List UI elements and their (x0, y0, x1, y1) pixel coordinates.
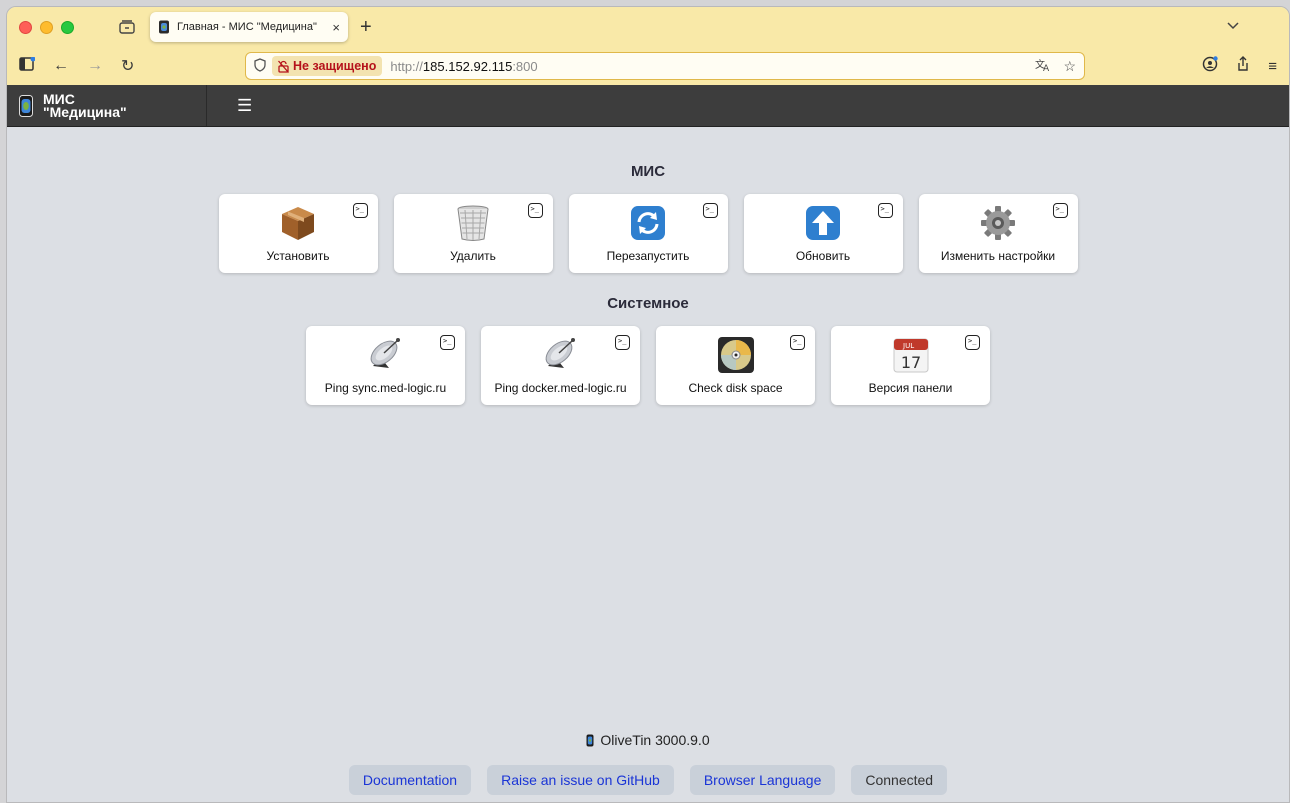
brand[interactable]: МИС "Медицина" (7, 85, 207, 126)
action-panel-version-button[interactable]: JUL 17 >_ Версия панели (831, 326, 990, 405)
action-label: Перезапустить (606, 249, 690, 263)
maximize-window-button[interactable] (61, 20, 74, 34)
action-check-disk-button[interactable]: >_ Check disk space (656, 326, 815, 405)
action-label: Установить (266, 249, 330, 263)
terminal-icon[interactable]: >_ (965, 335, 980, 350)
window-controls (19, 20, 74, 34)
action-label: Ping docker.med-logic.ru (494, 381, 627, 395)
connection-status-badge: Connected (851, 765, 948, 795)
trash-bin-icon (457, 205, 489, 241)
footer-version: OliveTin 3000.9.0 (7, 732, 1289, 748)
hamburger-menu-icon[interactable]: ☰ (237, 96, 252, 116)
browser-tab[interactable]: Главная - МИС "Медицина" × (150, 12, 348, 42)
app-header: МИС "Медицина" ☰ (7, 85, 1289, 127)
action-install-button[interactable]: >_ Установить (218, 194, 378, 273)
satellite-dish-icon (370, 338, 400, 368)
footer-links: Documentation Raise an issue on GitHub B… (7, 765, 1289, 795)
action-label: Обновить (795, 249, 851, 263)
documentation-link[interactable]: Documentation (348, 765, 472, 795)
translate-icon[interactable]: 文A (1035, 58, 1051, 75)
action-ping-sync-button[interactable]: >_ Ping sync.med-logic.ru (306, 326, 465, 405)
action-label: Изменить настройки (940, 249, 1056, 263)
main-content: МИС >_ Установить >_ Удалить >_ Перезапу… (7, 128, 1289, 802)
url-host: 185.152.92.115 (422, 58, 513, 74)
action-row-mis: >_ Установить >_ Удалить >_ Перезапустит… (7, 194, 1289, 273)
browser-window: Главная - МИС "Медицина" × + ← → ↻ Не за… (6, 6, 1290, 803)
action-label: Удалить (450, 249, 496, 263)
github-issue-link[interactable]: Raise an issue on GitHub (487, 765, 674, 795)
close-window-button[interactable] (19, 20, 32, 34)
action-label: Check disk space (688, 381, 783, 395)
action-row-system: >_ Ping sync.med-logic.ru >_ Ping docker… (7, 326, 1289, 405)
navigation-bar: ← → ↻ Не защищено http://185.152.92.115:… (7, 47, 1289, 85)
restart-icon (631, 206, 665, 240)
action-ping-docker-button[interactable]: >_ Ping docker.med-logic.ru (481, 326, 640, 405)
action-delete-button[interactable]: >_ Удалить (393, 194, 553, 273)
action-label: Версия панели (868, 381, 953, 395)
tab-close-icon[interactable]: × (332, 20, 340, 35)
terminal-icon[interactable]: >_ (440, 335, 455, 350)
back-arrow-icon[interactable]: ← (53, 57, 69, 75)
app-menu-icon[interactable]: ≡ (1268, 58, 1277, 75)
tracking-shield-icon[interactable] (254, 57, 266, 75)
share-icon[interactable] (1236, 56, 1250, 76)
bookmark-star-icon[interactable]: ☆ (1063, 58, 1076, 75)
minimize-window-button[interactable] (40, 20, 53, 34)
terminal-icon[interactable]: >_ (790, 335, 805, 350)
olivetin-logo-icon (586, 734, 594, 746)
new-tab-button[interactable]: + (360, 17, 372, 37)
gear-settings-icon (981, 206, 1015, 240)
action-label: Ping sync.med-logic.ru (324, 381, 447, 395)
security-label: Не защищено (293, 59, 377, 73)
sidebar-toggle-icon[interactable] (19, 56, 36, 76)
browser-language-link[interactable]: Browser Language (689, 765, 836, 795)
satellite-dish-icon (545, 338, 575, 368)
terminal-icon[interactable]: >_ (615, 335, 630, 350)
calendar-day: 17 (900, 353, 920, 372)
terminal-icon[interactable]: >_ (1052, 203, 1068, 218)
forward-arrow-icon[interactable]: → (87, 57, 103, 75)
svg-text:A: A (1043, 64, 1050, 72)
terminal-icon[interactable]: >_ (702, 203, 718, 218)
address-bar[interactable]: Не защищено http://185.152.92.115:800 文A… (245, 52, 1085, 80)
terminal-icon[interactable]: >_ (877, 203, 893, 218)
section-title-mis: МИС (630, 163, 666, 180)
action-update-button[interactable]: >_ Обновить (743, 194, 903, 273)
reload-icon[interactable]: ↻ (121, 56, 134, 76)
tab-title: Главная - МИС "Медицина" (177, 21, 317, 33)
broken-lock-icon (278, 60, 289, 73)
action-settings-button[interactable]: >_ Изменить настройки (918, 194, 1078, 273)
tab-list-chevron-icon[interactable] (1227, 19, 1239, 33)
url-port: :800 (512, 58, 538, 74)
terminal-icon[interactable]: >_ (527, 203, 543, 218)
url-protocol: http:// (390, 58, 423, 74)
site-security-badge[interactable]: Не защищено (272, 56, 383, 76)
tab-overview-icon[interactable] (118, 18, 136, 36)
tab-strip: Главная - МИС "Медицина" × + (7, 7, 1289, 47)
terminal-icon[interactable]: >_ (352, 203, 368, 218)
brand-line-2: "Медицина" (43, 103, 127, 120)
calendar-icon: JUL 17 (893, 338, 928, 373)
calendar-month: JUL (902, 342, 914, 350)
package-box-icon (282, 207, 314, 240)
olivetin-favicon-icon (159, 20, 169, 34)
update-arrow-icon (806, 206, 840, 240)
section-title-system: Системное (607, 295, 689, 312)
disk-icon (717, 337, 754, 373)
olivetin-logo-icon (19, 94, 33, 117)
account-icon[interactable] (1202, 56, 1218, 76)
brand-name: МИС "Медицина" (43, 92, 143, 120)
action-restart-button[interactable]: >_ Перезапустить (568, 194, 728, 273)
version-text: OliveTin 3000.9.0 (600, 732, 710, 748)
